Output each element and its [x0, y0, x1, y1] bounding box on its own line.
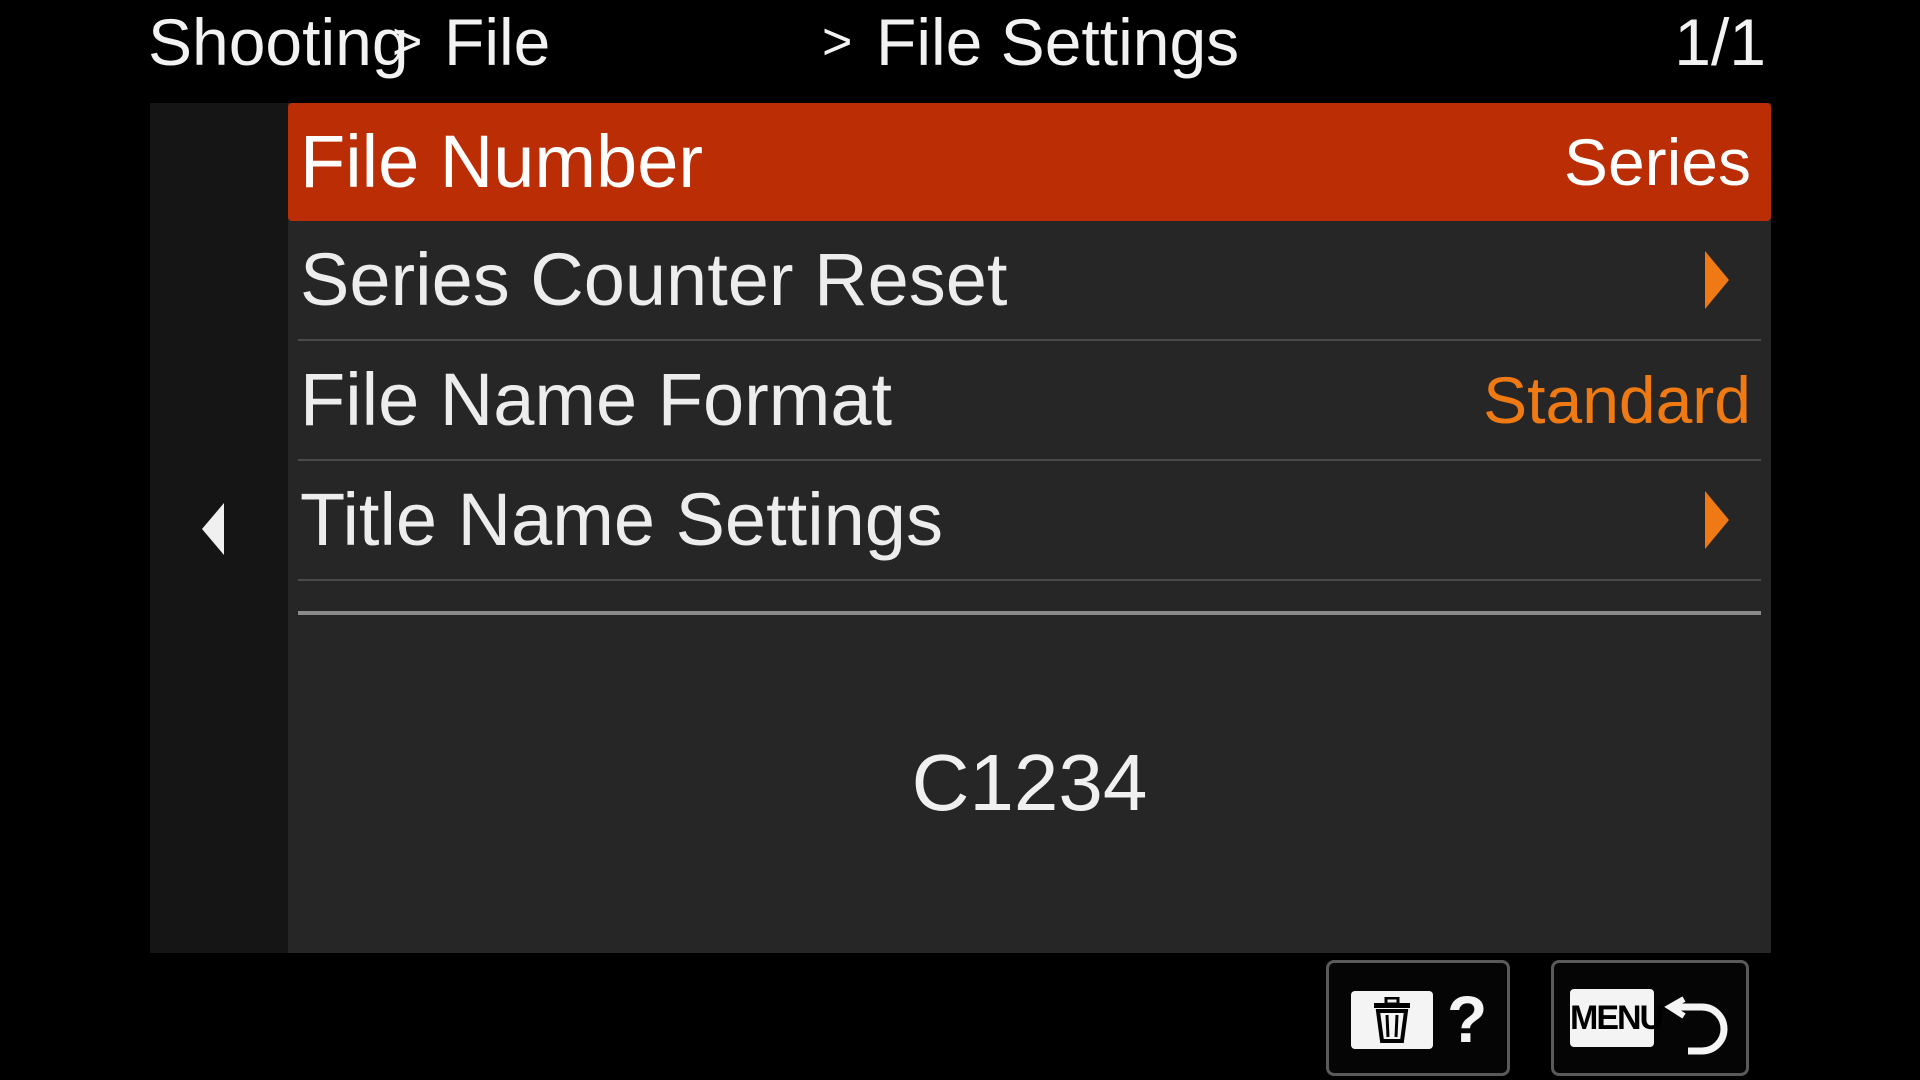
- menu-item-series-counter-reset[interactable]: Series Counter Reset: [288, 221, 1771, 339]
- menu-item-label: File Number: [300, 120, 703, 203]
- divider: [298, 579, 1761, 581]
- chevron-right-icon: [1705, 251, 1729, 309]
- menu-label: MENU: [1570, 989, 1664, 1047]
- menu-item-label: File Name Format: [300, 358, 893, 441]
- page-indicator: 1/1: [1674, 5, 1766, 79]
- breadcrumb-separator: >: [392, 13, 423, 71]
- side-navigation: [150, 103, 288, 953]
- menu-item-label: Title Name Settings: [300, 478, 943, 561]
- menu-item-value: Standard: [1483, 363, 1751, 437]
- menu-item-file-number[interactable]: File Number Series: [288, 103, 1771, 221]
- trash-icon: [1351, 991, 1433, 1049]
- menu-panel: File Number Series Series Counter Reset …: [150, 103, 1771, 953]
- delete-help-button[interactable]: ?: [1326, 960, 1510, 1076]
- menu-back-button[interactable]: MENU: [1551, 960, 1749, 1076]
- breadcrumb-file-settings: File Settings: [876, 5, 1240, 79]
- header: Shooting > File > File Settings 1/1: [0, 0, 1920, 100]
- menu-item-title-name-settings[interactable]: Title Name Settings: [288, 461, 1771, 579]
- breadcrumb-shooting[interactable]: Shooting: [148, 2, 409, 82]
- help-icon: ?: [1447, 982, 1488, 1056]
- menu-item-file-name-format[interactable]: File Name Format Standard: [288, 341, 1771, 459]
- chevron-left-icon[interactable]: [202, 503, 224, 555]
- breadcrumb-file[interactable]: File: [444, 2, 550, 82]
- chevron-right-icon: [1705, 491, 1729, 549]
- menu-item-value: Series: [1563, 125, 1751, 199]
- file-name-preview: C1234: [911, 738, 1148, 827]
- menu-item-label: Series Counter Reset: [300, 238, 1008, 321]
- preview-divider: [298, 611, 1761, 615]
- breadcrumb-separator: >: [822, 13, 853, 71]
- return-icon: [1664, 996, 1728, 1055]
- menu-content: File Number Series Series Counter Reset …: [288, 103, 1771, 953]
